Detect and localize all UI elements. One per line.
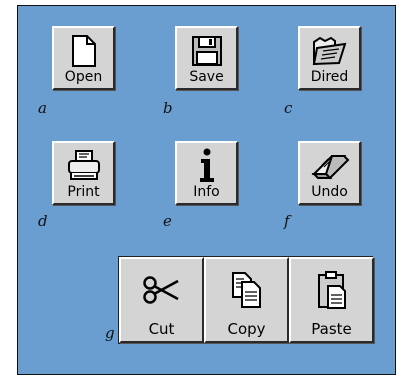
label-d: d bbox=[38, 212, 48, 230]
open-folder-icon bbox=[300, 33, 359, 69]
print-button[interactable]: Print bbox=[52, 141, 115, 205]
dired-label: Dired bbox=[310, 69, 349, 85]
scissors-icon bbox=[121, 267, 202, 313]
document-icon bbox=[54, 33, 113, 69]
toolbar-panel: a Open b Save c Dired d Print e Info f U… bbox=[17, 5, 396, 375]
copy-button[interactable]: Copy bbox=[204, 257, 289, 343]
printer-icon bbox=[54, 148, 113, 184]
label-b: b bbox=[163, 99, 173, 117]
cut-label: Cut bbox=[148, 320, 175, 338]
info-label: Info bbox=[193, 184, 220, 200]
label-e: e bbox=[163, 212, 172, 230]
paste-label: Paste bbox=[311, 320, 352, 338]
edit-toolbar: Cut Copy Paste bbox=[118, 256, 374, 344]
print-label: Print bbox=[67, 184, 100, 200]
paste-button[interactable]: Paste bbox=[289, 257, 374, 343]
undo-button[interactable]: Undo bbox=[298, 141, 361, 205]
save-label: Save bbox=[189, 69, 224, 85]
label-f: f bbox=[284, 212, 290, 230]
undo-label: Undo bbox=[311, 184, 348, 200]
label-c: c bbox=[284, 99, 293, 117]
cut-button[interactable]: Cut bbox=[119, 257, 204, 343]
info-icon bbox=[177, 148, 236, 184]
copy-icon bbox=[206, 267, 287, 313]
open-button[interactable]: Open bbox=[52, 26, 115, 90]
open-label: Open bbox=[64, 69, 103, 85]
label-a: a bbox=[38, 99, 47, 117]
label-g: g bbox=[105, 324, 115, 342]
eraser-icon bbox=[300, 148, 359, 184]
floppy-disk-icon bbox=[177, 33, 236, 69]
dired-button[interactable]: Dired bbox=[298, 26, 361, 90]
save-button[interactable]: Save bbox=[175, 26, 238, 90]
info-button[interactable]: Info bbox=[175, 141, 238, 205]
clipboard-icon bbox=[291, 267, 372, 313]
copy-label: Copy bbox=[227, 320, 266, 338]
